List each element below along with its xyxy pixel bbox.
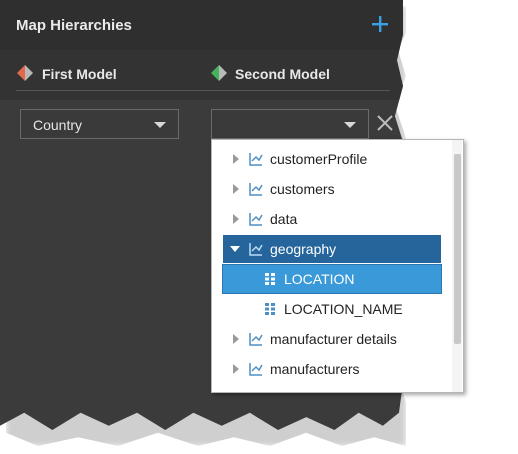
tree-item-label: manufacturer details	[270, 331, 397, 347]
tree-item-manufacturers[interactable]: manufacturers	[212, 355, 452, 383]
models-divider	[16, 90, 390, 91]
collapse-arrow-icon[interactable]	[230, 246, 240, 252]
level-icon	[265, 303, 275, 315]
close-icon	[377, 115, 393, 131]
tree-item-label: geography	[270, 241, 337, 257]
tree-item-label: LOCATION_NAME	[284, 301, 403, 317]
tree-item-label: manufacturers	[270, 361, 360, 377]
first-model-hierarchy-value: Country	[33, 117, 83, 133]
first-model-icon	[17, 65, 33, 81]
plus-icon	[372, 16, 388, 32]
add-mapping-button[interactable]	[368, 12, 392, 36]
tree-item-geography[interactable]: geography	[223, 235, 441, 263]
tree-item-location[interactable]: LOCATION	[222, 264, 442, 294]
tree-item-customers[interactable]: customers	[212, 175, 452, 203]
tree-item-label: LOCATION	[284, 271, 355, 287]
tree-item-manufacturer-details[interactable]: manufacturer details	[212, 325, 452, 353]
expand-arrow-icon[interactable]	[233, 364, 239, 374]
hierarchy-icon	[249, 333, 263, 346]
level-icon	[265, 273, 275, 285]
hierarchy-icon	[249, 153, 263, 166]
hierarchy-icon	[249, 243, 263, 256]
panel-header: Map Hierarchies	[0, 0, 403, 50]
hierarchy-icon	[249, 213, 263, 226]
clear-mapping-button[interactable]	[374, 112, 396, 134]
tree-item-label: customerProfile	[270, 151, 368, 167]
hierarchy-dropdown-popup: customerProfile customers data geography	[211, 139, 464, 393]
panel-title: Map Hierarchies	[16, 17, 132, 34]
tree-item-customerprofile[interactable]: customerProfile	[212, 145, 452, 173]
expand-arrow-icon[interactable]	[233, 214, 239, 224]
second-model-hierarchy-dropdown[interactable]	[211, 109, 369, 139]
first-model-label: First Model	[42, 66, 117, 82]
expand-arrow-icon[interactable]	[233, 154, 239, 164]
tree-item-label: customers	[270, 181, 335, 197]
scrollbar-thumb[interactable]	[454, 154, 461, 344]
hierarchy-icon	[249, 363, 263, 376]
second-model-icon	[211, 65, 227, 81]
first-model-hierarchy-dropdown[interactable]: Country	[20, 109, 179, 139]
expand-arrow-icon[interactable]	[233, 184, 239, 194]
chevron-down-icon	[154, 122, 166, 128]
tree-item-location-name[interactable]: LOCATION_NAME	[212, 295, 452, 323]
tree-item-label: data	[270, 211, 298, 227]
expand-arrow-icon[interactable]	[233, 334, 239, 344]
tree-item-data[interactable]: data	[212, 205, 452, 233]
chevron-down-icon	[344, 122, 356, 128]
second-model-label: Second Model	[235, 66, 330, 82]
hierarchy-icon	[249, 183, 263, 196]
